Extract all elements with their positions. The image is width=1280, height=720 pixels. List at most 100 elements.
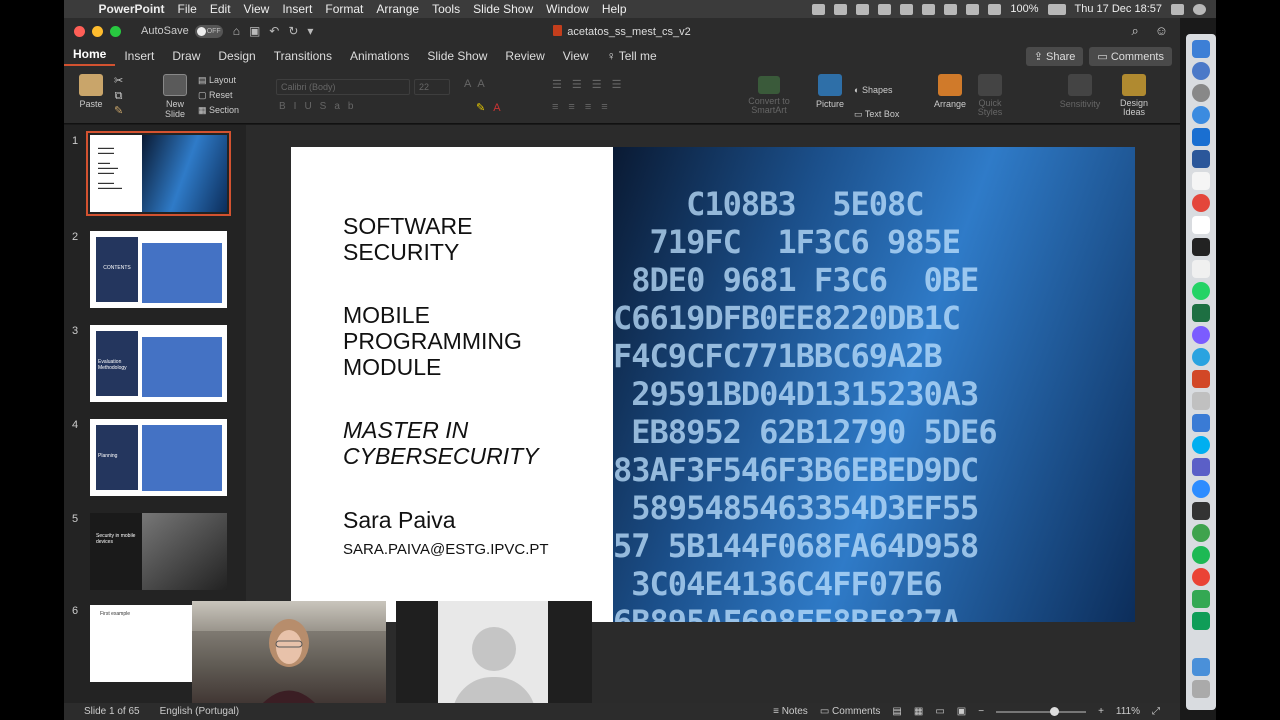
shapes-button[interactable]: ◐ Shapes	[854, 78, 899, 102]
highlight-buttons[interactable]: ✎A	[476, 101, 509, 114]
copy-icon[interactable]: ⧉	[114, 89, 123, 104]
cloud-icon[interactable]	[812, 3, 826, 15]
menu-insert[interactable]: Insert	[276, 2, 319, 16]
presenter-view-icon[interactable]: ▣	[957, 706, 966, 717]
save-icon[interactable]: ▣	[249, 24, 260, 38]
notes-button[interactable]: ≡ Notes	[773, 706, 808, 717]
terminal-app-icon[interactable]	[1192, 238, 1210, 256]
clock-text[interactable]: Thu 17 Dec 18:57	[1075, 3, 1162, 15]
mail-icon[interactable]	[900, 3, 914, 15]
safari-icon[interactable]	[1192, 84, 1210, 102]
photos-icon[interactable]	[1192, 568, 1210, 586]
slide-subtitle-line[interactable]: MOBILE	[343, 302, 430, 328]
skype-icon[interactable]	[1192, 436, 1210, 454]
word-icon[interactable]	[1192, 150, 1210, 168]
maps-icon[interactable]	[1192, 590, 1210, 608]
binary-code-image[interactable]: C108B3 5E08C 719FC 1F3C6 985E 8DE0 9681 …	[613, 147, 1135, 622]
reading-view-icon[interactable]: ▭	[935, 706, 944, 717]
reset-button[interactable]: ▢ Reset	[198, 88, 239, 103]
slide-master-line[interactable]: CYBERSECURITY	[343, 443, 539, 469]
check-icon[interactable]	[834, 3, 848, 15]
zoom-app-icon[interactable]	[1192, 480, 1210, 498]
font-size-select[interactable]: 22	[414, 79, 450, 95]
align-buttons[interactable]: ≡≡≡≡	[552, 101, 618, 113]
thumbnail-image[interactable]: Security in mobile devices	[90, 513, 227, 590]
notes-app-icon[interactable]	[1192, 172, 1210, 190]
tab-animations[interactable]: Animations	[341, 49, 418, 63]
cut-icon[interactable]: ✂	[114, 74, 123, 89]
arrange-button[interactable]: Arrange	[932, 74, 968, 109]
new-slide-button[interactable]: New Slide	[156, 74, 194, 119]
sensitivity-button[interactable]: Sensitivity	[1058, 74, 1102, 109]
textedit-icon[interactable]	[1192, 216, 1210, 234]
tab-design[interactable]: Design	[209, 49, 264, 63]
messenger-icon[interactable]	[1192, 326, 1210, 344]
grow-shrink-buttons[interactable]: AA	[464, 78, 491, 90]
language-indicator[interactable]: English (Portugal)	[160, 706, 239, 717]
chrome-icon[interactable]	[1192, 194, 1210, 212]
xcode-icon[interactable]	[1192, 414, 1210, 432]
thumbnail-image[interactable]: Planning	[90, 419, 227, 496]
tab-review[interactable]: Review	[496, 49, 553, 63]
calendar-icon[interactable]	[1192, 260, 1210, 278]
video-tile-presenter[interactable]	[192, 601, 386, 712]
zoom-window-button[interactable]	[110, 25, 121, 37]
eject-icon[interactable]	[988, 3, 1002, 15]
teams-icon[interactable]	[1192, 458, 1210, 476]
convert-smartart-button[interactable]: Convert to SmartArt	[744, 76, 794, 115]
menu-view[interactable]: View	[237, 2, 276, 16]
slide-author-name[interactable]: Sara Paiva	[343, 507, 456, 533]
compass-icon[interactable]	[1192, 106, 1210, 124]
slide-subtitle-line[interactable]: MODULE	[343, 354, 441, 380]
home-icon[interactable]: ⌂	[233, 24, 240, 38]
layout-button[interactable]: ▤ Layout	[198, 73, 239, 88]
menu-arrange[interactable]: Arrange	[370, 2, 426, 16]
thumbnail-image[interactable]: ▬▬▬▬ ▬▬▬▬ ▬▬▬ ▬▬▬▬▬ ▬▬▬▬ ▬▬▬▬ ▬▬▬▬▬▬	[86, 131, 231, 216]
dropbox-icon[interactable]	[856, 3, 870, 15]
bluetooth-icon[interactable]	[944, 3, 958, 15]
slide-sorter-icon[interactable]: ▦	[914, 706, 923, 717]
slide-title-line[interactable]: SECURITY	[343, 239, 459, 265]
menu-tools[interactable]: Tools	[426, 2, 467, 16]
console-icon[interactable]	[1192, 502, 1210, 520]
slide-master-line[interactable]: MASTER IN	[343, 417, 468, 443]
outlook-icon[interactable]	[1192, 128, 1210, 146]
menu-powerpoint[interactable]: PowerPoint	[92, 2, 171, 16]
sheets-icon[interactable]	[1192, 612, 1210, 630]
drive-icon[interactable]	[878, 3, 892, 15]
zoom-in-button[interactable]: +	[1098, 706, 1104, 717]
comments-button[interactable]: ▭ Comments	[1089, 46, 1172, 66]
android-studio-icon[interactable]	[1192, 524, 1210, 542]
whatsapp-icon[interactable]	[1192, 282, 1210, 300]
slide-author-email[interactable]: SARA.PAIVA@ESTG.IPVC.PT	[343, 537, 549, 563]
avatar-icon[interactable]	[1193, 3, 1206, 15]
spotify-icon[interactable]	[1192, 546, 1210, 564]
font-family-select[interactable]: Calibri (Body)	[276, 79, 410, 95]
telegram-icon[interactable]	[1192, 348, 1210, 366]
finder-icon[interactable]	[1192, 40, 1210, 58]
tab-draw[interactable]: Draw	[163, 49, 209, 63]
paste-button[interactable]: Paste	[76, 74, 106, 109]
zoom-level[interactable]: 111%	[1116, 706, 1140, 717]
fit-window-icon[interactable]: ⤢	[1152, 706, 1160, 717]
thumbnail-image[interactable]: CONTENTS	[90, 231, 227, 308]
trash-icon[interactable]	[1192, 680, 1210, 698]
tab-insert[interactable]: Insert	[115, 49, 163, 63]
tab-transitions[interactable]: Transitions	[265, 49, 341, 63]
list-buttons[interactable]: ☰☰☰☰	[552, 78, 631, 91]
minimize-window-button[interactable]	[92, 25, 103, 37]
menu-help[interactable]: Help	[595, 2, 633, 16]
status-comments-button[interactable]: ▭ Comments	[820, 706, 881, 717]
video-tile-participant[interactable]	[396, 601, 592, 712]
excel-icon[interactable]	[1192, 304, 1210, 322]
tell-me-search[interactable]: ♀ Tell me	[598, 49, 666, 63]
format-painter-icon[interactable]: ✎	[114, 104, 123, 119]
redo-icon[interactable]: ↻	[288, 24, 298, 38]
zoom-slider[interactable]	[996, 706, 1087, 716]
slide-title-line[interactable]: SOFTWARE	[343, 213, 472, 239]
menu-edit[interactable]: Edit	[203, 2, 237, 16]
normal-view-icon[interactable]: ▤	[892, 706, 901, 717]
launchpad-icon[interactable]	[1192, 62, 1210, 80]
section-button[interactable]: ▦ Section	[198, 103, 239, 118]
downloads-folder-icon[interactable]	[1192, 658, 1210, 676]
